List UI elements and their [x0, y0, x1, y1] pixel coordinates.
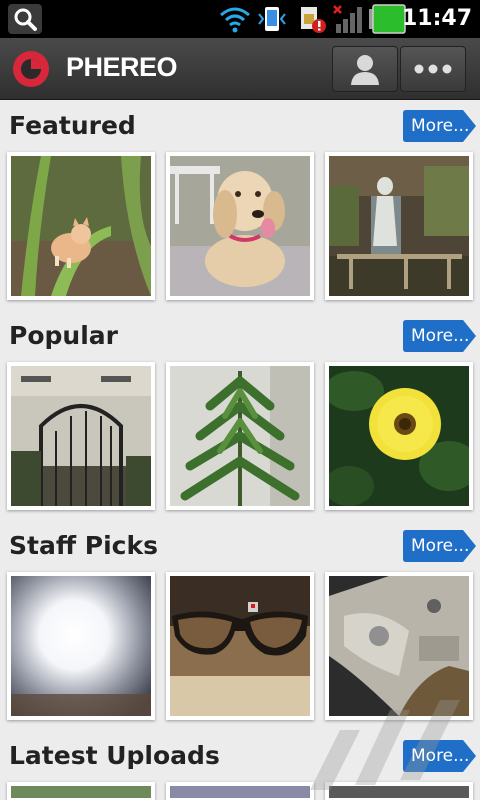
app-title: PHEREO [66, 52, 178, 82]
photo-thumbnail[interactable] [166, 782, 314, 800]
search-icon[interactable] [8, 4, 42, 34]
photo-thumbnail[interactable] [7, 362, 155, 510]
overflow-menu-icon [414, 64, 452, 74]
status-bar: 11:47 [0, 0, 480, 38]
photo-thumbnail[interactable] [325, 152, 473, 300]
sim-alert-icon [301, 7, 326, 33]
profile-icon [351, 55, 379, 85]
action-bar: PHEREO [0, 38, 480, 100]
signal-icon [333, 5, 362, 33]
profile-button[interactable] [332, 46, 398, 92]
photo-thumbnail[interactable] [7, 782, 155, 800]
photo-thumbnail[interactable] [325, 362, 473, 510]
photo-thumbnail[interactable] [7, 572, 155, 720]
photo-thumbnail[interactable] [7, 152, 155, 300]
overflow-menu-button[interactable] [400, 46, 466, 92]
sync-icon [258, 7, 286, 31]
phereo-logo-icon [13, 51, 49, 87]
section-title: Staff Picks [9, 531, 158, 560]
photo-thumbnail[interactable] [166, 152, 314, 300]
section-title: Latest Uploads [9, 741, 220, 770]
photo-thumbnail[interactable] [166, 362, 314, 510]
more-button[interactable]: More... [403, 320, 476, 352]
section-title: Featured [9, 111, 136, 140]
more-button[interactable]: More... [403, 110, 476, 142]
wifi-icon [220, 7, 250, 33]
more-button[interactable]: More... [403, 530, 476, 562]
watermark-logo [310, 700, 460, 790]
photo-thumbnail[interactable] [166, 572, 314, 720]
clock: 11:47 [401, 6, 472, 31]
section-title: Popular [9, 321, 118, 350]
